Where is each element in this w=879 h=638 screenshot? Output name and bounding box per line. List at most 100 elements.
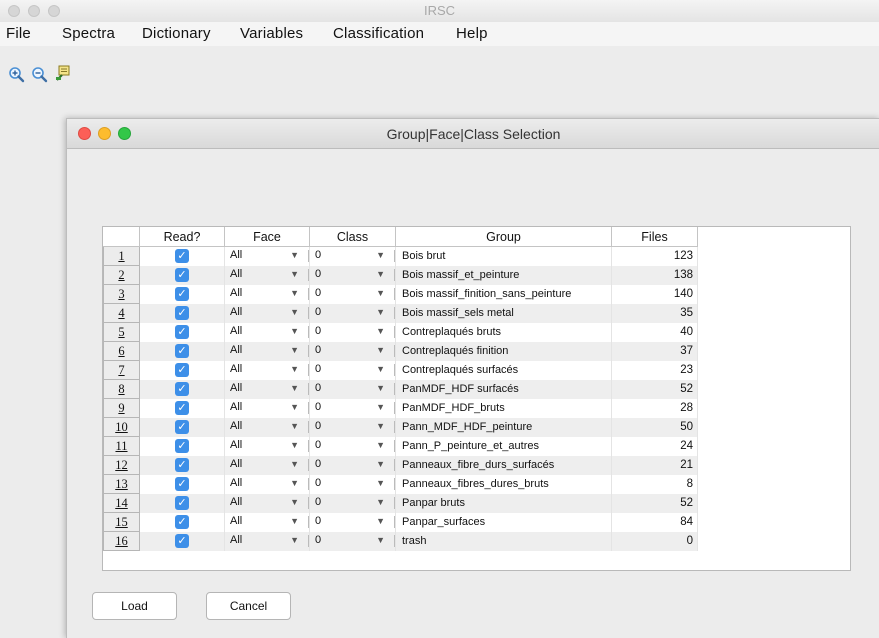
header-row-number[interactable] xyxy=(103,227,140,247)
table-row[interactable]: 9 ✓ All ▼ 0 ▼ PanMDF_HDF_bruts 28 xyxy=(103,398,698,418)
face-dropdown[interactable]: All ▼ xyxy=(225,418,309,436)
class-dropdown[interactable]: 0 ▼ xyxy=(310,266,395,284)
read-checkbox[interactable]: ✓ xyxy=(175,344,189,358)
read-checkbox[interactable]: ✓ xyxy=(175,458,189,472)
menu-help[interactable]: Help xyxy=(456,25,488,42)
face-dropdown[interactable]: All ▼ xyxy=(225,247,309,265)
load-button[interactable]: Load xyxy=(92,592,177,620)
face-dropdown[interactable]: All ▼ xyxy=(225,361,309,379)
class-dropdown[interactable]: 0 ▼ xyxy=(310,494,395,512)
read-checkbox[interactable]: ✓ xyxy=(175,306,189,320)
checkmark-icon: ✓ xyxy=(177,459,187,471)
class-dropdown[interactable]: 0 ▼ xyxy=(310,285,395,303)
selection-table-panel[interactable]: Read? Face Class Group Files 1 ✓ All ▼ 0 ▼ Boi… xyxy=(102,226,851,571)
zoom-in-icon[interactable] xyxy=(8,66,26,84)
read-checkbox[interactable]: ✓ xyxy=(175,401,189,415)
class-cell: 0 ▼ xyxy=(309,322,396,342)
dropdown-separator xyxy=(394,421,395,433)
class-dropdown[interactable]: 0 ▼ xyxy=(310,532,395,550)
read-checkbox[interactable]: ✓ xyxy=(175,287,189,301)
dropdown-arrow-icon: ▼ xyxy=(376,535,385,545)
face-dropdown[interactable]: All ▼ xyxy=(225,437,309,455)
class-dropdown[interactable]: 0 ▼ xyxy=(310,513,395,531)
read-checkbox[interactable]: ✓ xyxy=(175,496,189,510)
face-dropdown[interactable]: All ▼ xyxy=(225,513,309,531)
read-checkbox[interactable]: ✓ xyxy=(175,420,189,434)
menu-variables[interactable]: Variables xyxy=(240,25,303,42)
read-checkbox[interactable]: ✓ xyxy=(175,363,189,377)
header-read[interactable]: Read? xyxy=(139,227,225,247)
menu-dictionary[interactable]: Dictionary xyxy=(142,25,211,42)
dropdown-arrow-icon: ▼ xyxy=(290,326,299,336)
cancel-button[interactable]: Cancel xyxy=(206,592,291,620)
zoom-out-icon[interactable] xyxy=(31,66,49,84)
table-row[interactable]: 8 ✓ All ▼ 0 ▼ PanMDF_HDF surfacés 52 xyxy=(103,379,698,399)
read-checkbox[interactable]: ✓ xyxy=(175,325,189,339)
table-row[interactable]: 15 ✓ All ▼ 0 ▼ Panpar_surfaces 84 xyxy=(103,512,698,532)
table-row[interactable]: 7 ✓ All ▼ 0 ▼ Contreplaqués surfacés 23 xyxy=(103,360,698,380)
read-checkbox[interactable]: ✓ xyxy=(175,382,189,396)
face-dropdown[interactable]: All ▼ xyxy=(225,456,309,474)
read-checkbox[interactable]: ✓ xyxy=(175,268,189,282)
read-checkbox[interactable]: ✓ xyxy=(175,439,189,453)
menu-file[interactable]: File xyxy=(6,25,31,42)
table-row[interactable]: 5 ✓ All ▼ 0 ▼ Contreplaqués bruts 40 xyxy=(103,322,698,342)
face-dropdown[interactable]: All ▼ xyxy=(225,285,309,303)
dropdown-separator xyxy=(394,478,395,490)
class-dropdown[interactable]: 0 ▼ xyxy=(310,304,395,322)
class-dropdown[interactable]: 0 ▼ xyxy=(310,342,395,360)
class-dropdown[interactable]: 0 ▼ xyxy=(310,323,395,341)
table-row[interactable]: 10 ✓ All ▼ 0 ▼ Pann_MDF_HDF_peinture 50 xyxy=(103,417,698,437)
class-dropdown[interactable]: 0 ▼ xyxy=(310,437,395,455)
face-value: All xyxy=(230,287,243,299)
header-files[interactable]: Files xyxy=(611,227,698,247)
face-value: All xyxy=(230,325,243,337)
dropdown-separator xyxy=(308,440,309,452)
table-row[interactable]: 14 ✓ All ▼ 0 ▼ Panpar bruts 52 xyxy=(103,493,698,513)
face-value: All xyxy=(230,534,243,546)
table-row[interactable]: 6 ✓ All ▼ 0 ▼ Contreplaqués finition 37 xyxy=(103,341,698,361)
face-dropdown[interactable]: All ▼ xyxy=(225,342,309,360)
dropdown-separator xyxy=(394,269,395,281)
face-dropdown[interactable]: All ▼ xyxy=(225,323,309,341)
class-dropdown[interactable]: 0 ▼ xyxy=(310,456,395,474)
table-row[interactable]: 2 ✓ All ▼ 0 ▼ Bois massif_et_peinture 138 xyxy=(103,265,698,285)
face-dropdown[interactable]: All ▼ xyxy=(225,494,309,512)
header-face[interactable]: Face xyxy=(224,227,310,247)
menu-classification[interactable]: Classification xyxy=(333,25,424,42)
header-group[interactable]: Group xyxy=(395,227,612,247)
table-row[interactable]: 13 ✓ All ▼ 0 ▼ Panneaux_fibres_dures_bruts 8 xyxy=(103,474,698,494)
table-row[interactable]: 11 ✓ All ▼ 0 ▼ Pann_P_peinture_et_autres 24 xyxy=(103,436,698,456)
checkmark-icon: ✓ xyxy=(177,478,187,490)
read-checkbox[interactable]: ✓ xyxy=(175,534,189,548)
read-checkbox[interactable]: ✓ xyxy=(175,515,189,529)
menu-spectra[interactable]: Spectra xyxy=(62,25,115,42)
table-row[interactable]: 3 ✓ All ▼ 0 ▼ Bois massif_finition_sans_peintu… xyxy=(103,284,698,304)
table-row[interactable]: 12 ✓ All ▼ 0 ▼ Panneaux_fibre_durs_surfacés 21 xyxy=(103,455,698,475)
dropdown-separator xyxy=(308,383,309,395)
face-dropdown[interactable]: All ▼ xyxy=(225,532,309,550)
row-number: 12 xyxy=(103,455,140,475)
class-dropdown[interactable]: 0 ▼ xyxy=(310,380,395,398)
class-cell: 0 ▼ xyxy=(309,493,396,513)
read-checkbox[interactable]: ✓ xyxy=(175,477,189,491)
class-dropdown[interactable]: 0 ▼ xyxy=(310,418,395,436)
read-checkbox[interactable]: ✓ xyxy=(175,249,189,264)
row-number: 11 xyxy=(103,436,140,456)
class-dropdown[interactable]: 0 ▼ xyxy=(310,475,395,493)
face-cell: All ▼ xyxy=(224,436,310,456)
pin-icon[interactable] xyxy=(54,64,72,82)
table-row[interactable]: 4 ✓ All ▼ 0 ▼ Bois massif_sels metal 35 xyxy=(103,303,698,323)
face-cell: All ▼ xyxy=(224,512,310,532)
table-row[interactable]: 16 ✓ All ▼ 0 ▼ trash 0 xyxy=(103,531,698,551)
face-dropdown[interactable]: All ▼ xyxy=(225,399,309,417)
class-dropdown[interactable]: 0 ▼ xyxy=(310,247,395,265)
face-dropdown[interactable]: All ▼ xyxy=(225,266,309,284)
class-dropdown[interactable]: 0 ▼ xyxy=(310,361,395,379)
face-dropdown[interactable]: All ▼ xyxy=(225,475,309,493)
class-dropdown[interactable]: 0 ▼ xyxy=(310,399,395,417)
face-dropdown[interactable]: All ▼ xyxy=(225,380,309,398)
face-dropdown[interactable]: All ▼ xyxy=(225,304,309,322)
header-class[interactable]: Class xyxy=(309,227,396,247)
table-row[interactable]: 1 ✓ All ▼ 0 ▼ Bois brut 123 xyxy=(103,246,698,266)
